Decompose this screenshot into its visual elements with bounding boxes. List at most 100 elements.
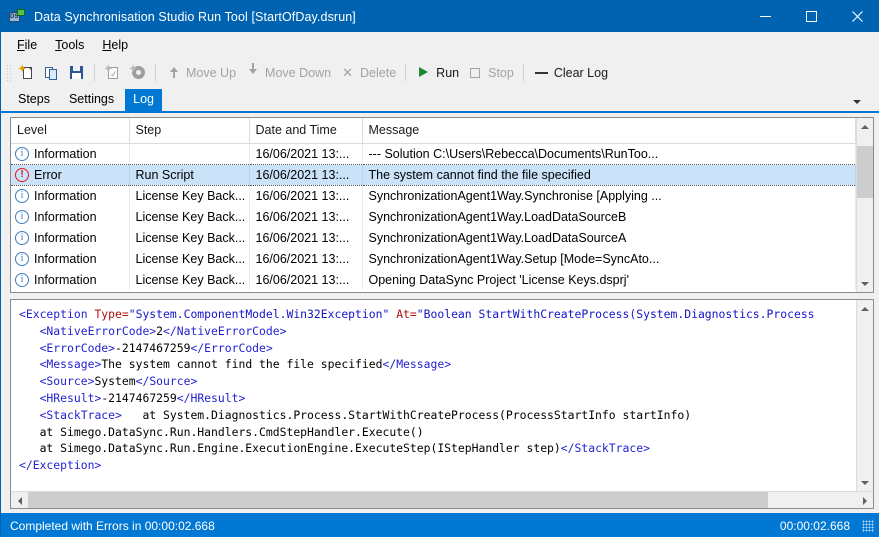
- tab-steps[interactable]: Steps: [10, 89, 58, 111]
- cell-datetime: 16/06/2021 13:...: [249, 248, 363, 269]
- dash-icon: [533, 64, 550, 81]
- arrow-up-icon: [165, 64, 182, 81]
- level-text: Information: [34, 251, 97, 266]
- scroll-left-button[interactable]: [11, 492, 28, 508]
- window-title: Data Synchronisation Studio Run Tool [St…: [34, 9, 356, 24]
- maximize-button[interactable]: [788, 1, 834, 32]
- move-up-label: Move Up: [186, 65, 237, 80]
- detail-horizontal-scrollbar[interactable]: [11, 491, 873, 508]
- tab-strip: Steps Settings Log: [1, 87, 879, 111]
- edit-document-icon: ✓ ✦: [104, 64, 118, 79]
- scroll-down-button[interactable]: [857, 275, 873, 292]
- cell-datetime: 16/06/2021 13:...: [249, 143, 363, 164]
- status-bar: Completed with Errors in 00:00:02.668 00…: [1, 513, 879, 537]
- cell-message: --- Solution C:\Users\Rebecca\Documents\…: [362, 143, 856, 164]
- move-down-label: Move Down: [265, 65, 332, 80]
- toolbar-separator-3: [405, 64, 407, 81]
- chevron-down-icon[interactable]: [850, 95, 864, 109]
- cell-datetime: 16/06/2021 13:...: [249, 185, 363, 206]
- column-header-step[interactable]: Step: [129, 118, 250, 144]
- scroll-right-button[interactable]: [856, 492, 873, 508]
- menu-tools[interactable]: Tools: [46, 35, 93, 55]
- scroll-track[interactable]: [857, 317, 873, 474]
- new-document-icon: ✦: [18, 64, 35, 81]
- cell-message: The system cannot find the file specifie…: [362, 163, 856, 186]
- scroll-up-button[interactable]: [857, 300, 873, 317]
- log-grid-vertical-scrollbar[interactable]: [856, 118, 873, 292]
- title-bar: DS Data Synchronisation Studio Run Tool …: [1, 1, 879, 32]
- scroll-track[interactable]: [28, 492, 856, 508]
- log-grid-body: Level Step Date and Time Message i Inform…: [11, 118, 856, 292]
- scroll-track[interactable]: [857, 135, 873, 275]
- cell-step: Run Script: [129, 163, 250, 186]
- exception-xml[interactable]: <Exception Type="System.ComponentModel.W…: [11, 300, 856, 491]
- arrow-down-icon: [244, 63, 261, 81]
- tab-settings[interactable]: Settings: [61, 89, 122, 111]
- menu-bar: File Tools Help: [1, 32, 879, 58]
- table-row[interactable]: i Information License Key Back... 16/06/2…: [11, 269, 856, 290]
- move-down-button: Move Down: [240, 61, 335, 84]
- cell-level: i Information: [11, 227, 130, 248]
- column-header-datetime[interactable]: Date and Time: [249, 118, 363, 144]
- toolbar-grip[interactable]: [5, 62, 12, 83]
- log-grid: Level Step Date and Time Message i Inform…: [10, 117, 874, 293]
- detail-vertical-scrollbar[interactable]: [856, 300, 873, 491]
- cell-step: License Key Back...: [129, 185, 250, 206]
- cell-level: i Information: [11, 248, 130, 269]
- save-icon: [68, 64, 85, 81]
- detail-row: <Exception Type="System.ComponentModel.W…: [11, 300, 873, 491]
- run-label: Run: [436, 65, 460, 80]
- table-row[interactable]: ! Error Run Script 16/06/2021 13:... The …: [11, 163, 856, 186]
- cell-step: License Key Back...: [129, 227, 250, 248]
- table-row[interactable]: i Information License Key Back... 16/06/2…: [11, 185, 856, 206]
- cell-level: ! Error: [11, 163, 130, 186]
- level-text: Error: [34, 167, 62, 182]
- column-header-message[interactable]: Message: [362, 118, 856, 144]
- info-icon: i: [15, 209, 29, 224]
- menu-file-label: ile: [24, 38, 38, 52]
- run-button[interactable]: Run: [411, 61, 463, 84]
- duplicate-button[interactable]: [39, 61, 64, 84]
- minimize-button[interactable]: [742, 1, 788, 32]
- table-row[interactable]: i Information License Key Back... 16/06/2…: [11, 206, 856, 227]
- cell-datetime: 16/06/2021 13:...: [249, 269, 363, 290]
- column-header-level[interactable]: Level: [11, 118, 130, 144]
- scroll-thumb[interactable]: [28, 492, 768, 508]
- status-message: Completed with Errors in 00:00:02.668: [10, 518, 215, 533]
- menu-help[interactable]: Help: [93, 35, 137, 55]
- scroll-down-button[interactable]: [857, 474, 873, 491]
- table-header-row: Level Step Date and Time Message: [11, 118, 856, 144]
- play-icon: [415, 64, 432, 81]
- tab-log[interactable]: Log: [125, 89, 162, 111]
- toolbar-separator-1: [94, 64, 95, 81]
- cell-datetime: 16/06/2021 13:...: [249, 163, 363, 186]
- cell-message: Opening DataSync Project 'License Keys.d…: [362, 269, 856, 290]
- move-up-button: Move Up: [161, 61, 240, 84]
- menu-file[interactable]: File: [8, 35, 46, 55]
- resize-grip-icon[interactable]: [862, 519, 874, 532]
- stop-icon: [467, 64, 484, 81]
- menu-tools-label: ools: [61, 38, 85, 52]
- cell-step: License Key Back...: [129, 269, 250, 290]
- toolbar-separator-2: [155, 64, 156, 81]
- scroll-up-button[interactable]: [857, 118, 873, 135]
- close-button[interactable]: [834, 1, 879, 32]
- level-text: Information: [34, 209, 97, 224]
- table-row[interactable]: i Information License Key Back... 16/06/2…: [11, 248, 856, 269]
- info-icon: i: [15, 251, 29, 266]
- table-row[interactable]: i Information 16/06/2021 13:... --- Solut…: [11, 143, 856, 164]
- cell-level: i Information: [11, 185, 130, 206]
- clear-log-button[interactable]: Clear Log: [529, 61, 612, 84]
- cell-message: SynchronizationAgent1Way.LoadDataSourceA: [362, 227, 856, 248]
- delete-label: Delete: [360, 65, 397, 80]
- new-button[interactable]: ✦: [14, 61, 39, 84]
- content-area: Level Step Date and Time Message i Inform…: [1, 111, 879, 537]
- save-button[interactable]: [64, 61, 89, 84]
- scroll-thumb[interactable]: [857, 146, 873, 198]
- log-table: Level Step Date and Time Message i Inform…: [11, 118, 856, 290]
- gear-icon: ✦: [129, 64, 146, 81]
- level-text: Information: [34, 146, 97, 161]
- table-row[interactable]: i Information License Key Back... 16/06/2…: [11, 227, 856, 248]
- delete-button: ✕ Delete: [335, 61, 400, 84]
- cell-message: SynchronizationAgent1Way.Setup [Mode=Syn…: [362, 248, 856, 269]
